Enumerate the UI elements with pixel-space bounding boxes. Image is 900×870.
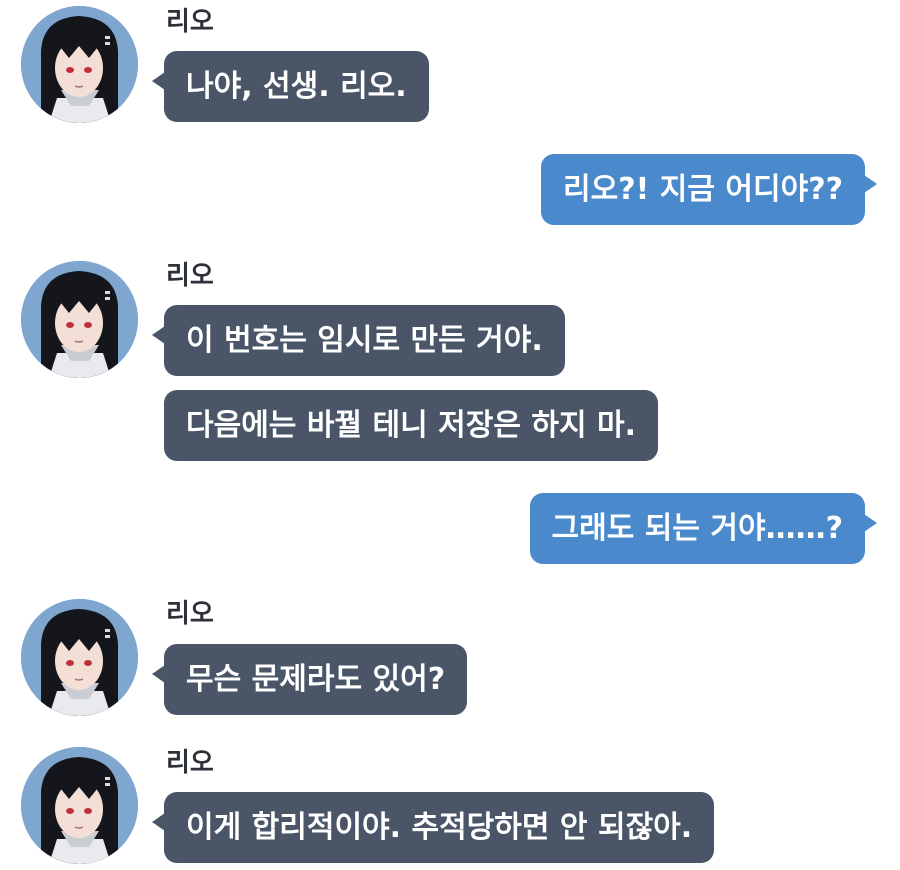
outgoing-message-bubble[interactable]: 그래도 되는 거야……? [529,493,877,564]
incoming-message-bubble[interactable]: 나야, 선생. 리오. [152,51,429,122]
outgoing-message-bubble[interactable]: 리오?! 지금 어디야?? [541,154,877,225]
incoming-message-bubble[interactable]: 이게 합리적이야. 추적당하면 안 되잖아. [151,792,715,863]
incoming-message-bubble[interactable]: 다음에는 바꿜 테니 저장은 하지 마. [164,390,659,461]
rio-avatar-icon[interactable] [21,261,138,378]
rio-avatar-icon[interactable] [21,599,138,716]
sender-name: 리오 [166,748,214,778]
rio-avatar-icon[interactable] [21,6,138,123]
sender-name: 리오 [166,599,214,629]
sender-name: 리오 [166,7,214,37]
sender-name: 리오 [166,261,214,291]
incoming-message-bubble[interactable]: 무슨 문제라도 있어? [151,644,468,715]
rio-avatar-icon[interactable] [21,747,138,864]
incoming-message-bubble[interactable]: 이 번호는 임시로 만든 거야. [152,305,565,376]
